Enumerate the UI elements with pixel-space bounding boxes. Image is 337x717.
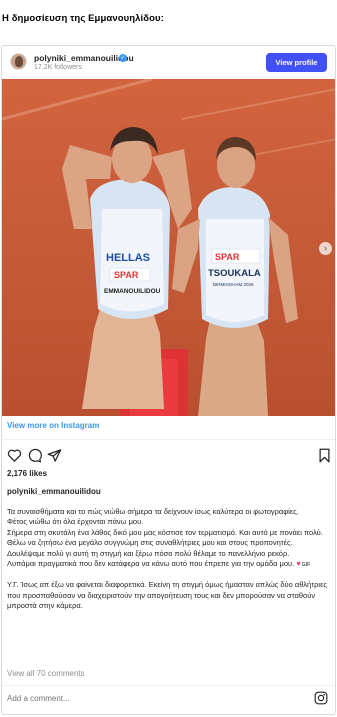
chevron-right-icon[interactable]: › xyxy=(319,242,332,255)
caption-username[interactable]: polyniki_emmanouilidou xyxy=(7,487,101,496)
gif-badge: GIF xyxy=(301,562,311,569)
view-all-comments-link[interactable]: View all 70 comments xyxy=(7,669,85,678)
instagram-icon[interactable] xyxy=(314,691,328,705)
page-heading: Η δημοσίευση της Εμμανουηλίδου: xyxy=(2,13,164,24)
divider xyxy=(2,439,335,440)
athletes-photo-illustration: HELLAS SPAR EMMANOUILIDOU SPAR TSOUKALA … xyxy=(2,79,335,416)
caption-line: Τα συναισθήματα και το πώς νιώθω σήμερα … xyxy=(7,507,299,516)
bib-left-name: EMMANOUILIDOU xyxy=(104,288,161,295)
caption-ps: Υ.Γ. Ίσως απ έξω να φαίνεται διαφορετικά… xyxy=(7,580,328,611)
bib-right-sponsor: SPAR xyxy=(215,252,240,262)
view-profile-button[interactable]: View profile xyxy=(266,53,327,72)
comment-icon[interactable] xyxy=(27,448,42,463)
caption-line: Φέτος νιώθω ότι όλα έρχονται πάνω μου. xyxy=(7,517,144,527)
post-header: polyniki_emmanouilidou ✓ 17.2K followers… xyxy=(2,46,335,79)
post-photo[interactable]: HELLAS SPAR EMMANOUILIDOU SPAR TSOUKALA … xyxy=(2,79,335,416)
verified-icon: ✓ xyxy=(119,54,127,62)
caption: Τα συναισθήματα και το πώς νιώθω σήμερα … xyxy=(7,507,329,612)
followers-count: 17.2K followers xyxy=(34,64,82,71)
heart-emoji-icon: ♥ xyxy=(296,559,301,569)
view-more-link[interactable]: View more on Instagram xyxy=(7,421,99,430)
caption-line: Λυπάμαι πραγματικά που δεν κατάφερα να κ… xyxy=(7,559,329,570)
share-icon[interactable] xyxy=(47,448,62,463)
bib-left-team: HELLAS xyxy=(106,252,150,264)
action-bar xyxy=(7,448,332,464)
caption-line-text: Λυπάμαι πραγματικά που δεν κατάφερα να κ… xyxy=(7,559,295,569)
bib-left-sponsor: SPAR xyxy=(114,270,139,280)
instagram-embed: polyniki_emmanouilidou ✓ 17.2K followers… xyxy=(1,45,336,715)
comment-input[interactable] xyxy=(7,694,297,703)
avatar[interactable] xyxy=(10,53,27,70)
caption-line: Σήμερα στη σκυτάλη ένα λάθος δικό μου μα… xyxy=(7,527,323,537)
caption-line: Θέλω να ζητήσω ένα μεγάλο συγγνώμη στις … xyxy=(7,538,293,558)
likes-count[interactable]: 2,176 likes xyxy=(7,469,47,478)
bib-right-name: TSOUKALA xyxy=(208,268,261,279)
bib-right-city: BIRMINGHAM 2026 xyxy=(213,282,254,287)
bookmark-icon[interactable] xyxy=(317,448,332,463)
heart-icon[interactable] xyxy=(7,448,22,463)
divider xyxy=(2,685,335,686)
